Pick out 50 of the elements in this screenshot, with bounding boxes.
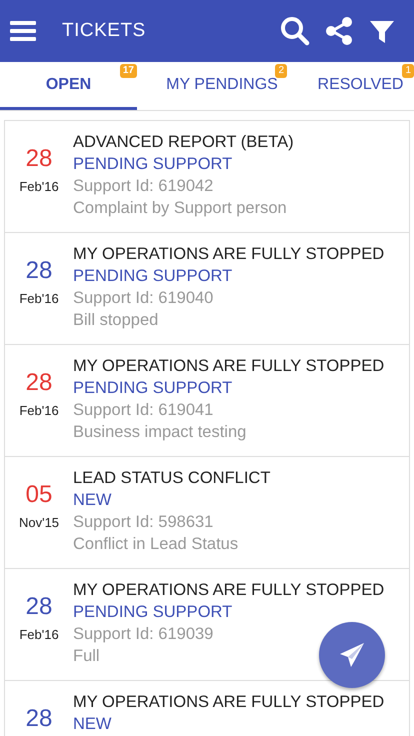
ticket-status: PENDING SUPPORT	[73, 266, 232, 287]
ticket-card[interactable]: 28 MY OPERATIONS ARE FULLY STOPPED NEW	[4, 681, 410, 736]
ticket-status: PENDING SUPPORT	[73, 602, 232, 623]
support-id: Support Id: 619040	[73, 288, 214, 309]
date-day: 28	[26, 705, 52, 733]
ticket-title: MY OPERATIONS ARE FULLY STOPPED	[73, 580, 384, 601]
support-id: Support Id: 619039	[73, 624, 214, 645]
count-badge: 1	[402, 64, 414, 78]
ticket-title: LEAD STATUS CONFLICT	[73, 468, 270, 489]
share-icon[interactable]	[324, 16, 354, 46]
ticket-title: MY OPERATIONS ARE FULLY STOPPED	[73, 692, 384, 713]
paper-plane-icon	[339, 642, 365, 668]
ticket-card[interactable]: 28 Feb'16 ADVANCED REPORT (BETA) PENDING SUPPORT Support Id: 619042 Complaint by Support person	[4, 121, 410, 233]
ticket-title: MY OPERATIONS ARE FULLY STOPPED	[73, 244, 384, 265]
ticket-description: Complaint by Support person	[73, 198, 287, 219]
date-day: 05	[26, 481, 52, 509]
date-month: Feb'16	[19, 403, 59, 418]
date-day: 28	[26, 145, 52, 173]
ticket-status: PENDING SUPPORT	[73, 154, 232, 175]
ticket-description: Full	[73, 646, 100, 667]
ticket-status: NEW	[73, 490, 112, 511]
support-id: Support Id: 619041	[73, 400, 214, 421]
count-badge: 2	[275, 64, 287, 78]
support-id: Support Id: 598631	[73, 512, 214, 533]
tab[interactable]: RESOLVED 1	[307, 62, 414, 110]
ticket-card[interactable]: 28 Feb'16 MY OPERATIONS ARE FULLY STOPPED PENDING SUPPORT Support Id: 619041 Business impact testing	[4, 345, 410, 457]
date-month: Feb'16	[19, 179, 59, 194]
support-id: Support Id: 619042	[73, 176, 214, 197]
date-month: Feb'16	[19, 627, 59, 642]
count-badge: 17	[120, 64, 137, 78]
ticket-title: MY OPERATIONS ARE FULLY STOPPED	[73, 356, 384, 377]
ticket-card[interactable]: 05 Nov'15 LEAD STATUS CONFLICT NEW Support Id: 598631 Conflict in Lead Status	[4, 457, 410, 569]
menu-icon[interactable]	[10, 20, 36, 42]
date-day: 28	[26, 593, 52, 621]
search-icon[interactable]	[280, 16, 310, 46]
date-month: Nov'15	[18, 515, 60, 530]
ticket-card[interactable]: 28 Feb'16 MY OPERATIONS ARE FULLY STOPPED PENDING SUPPORT Support Id: 619040 Bill stopped	[4, 233, 410, 345]
ticket-description: Conflict in Lead Status	[73, 534, 238, 555]
screen-title: TICKETS	[62, 20, 147, 42]
ticket-description: Business impact testing	[73, 422, 246, 443]
date-month: Feb'16	[19, 291, 59, 306]
ticket-status: PENDING SUPPORT	[73, 378, 232, 399]
ticket-description: Bill stopped	[73, 310, 158, 331]
ticket-card[interactable]: 28 Feb'16 MY OPERATIONS ARE FULLY STOPPED PENDING SUPPORT Support Id: 619039 Full	[4, 569, 410, 681]
date-day: 28	[26, 369, 52, 397]
tab[interactable]: OPEN 17	[0, 62, 137, 110]
ticket-status: NEW	[73, 714, 112, 735]
date-day: 28	[26, 257, 52, 285]
tab[interactable]: MY PENDINGS 2	[137, 62, 307, 110]
ticket-title: ADVANCED REPORT (BETA)	[73, 132, 294, 153]
